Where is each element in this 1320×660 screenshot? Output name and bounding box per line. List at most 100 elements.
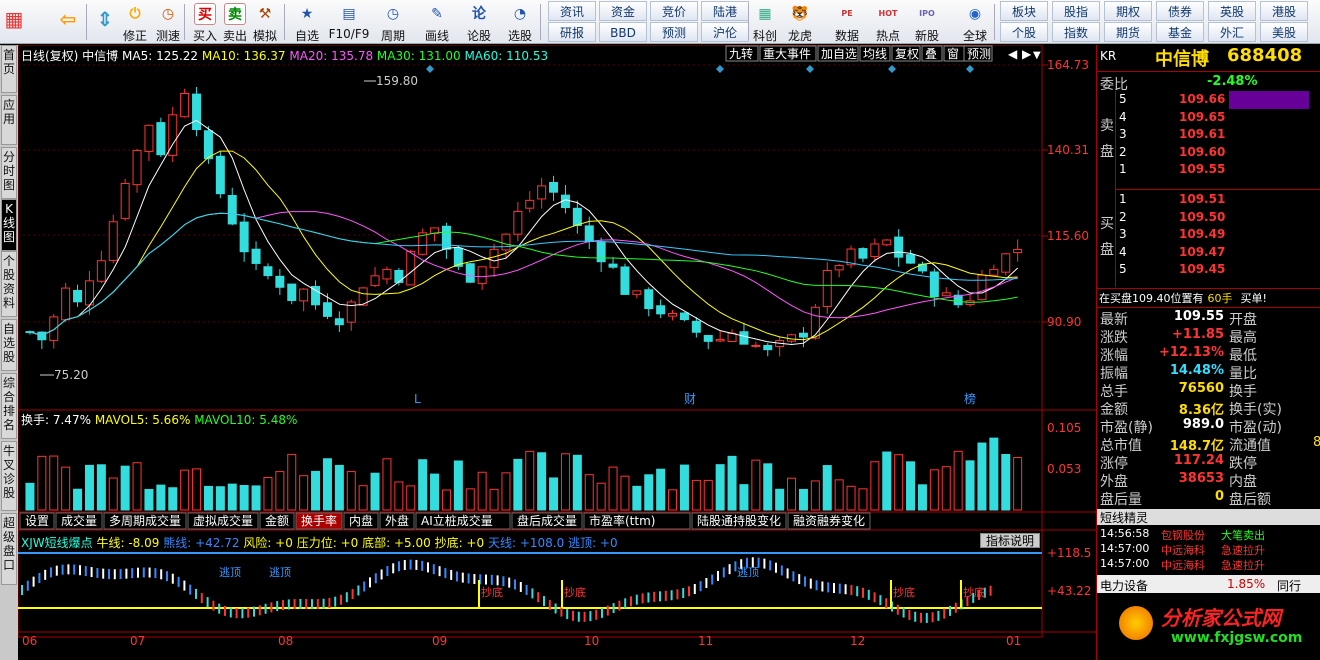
market-link-0-1[interactable]: 个股	[1000, 22, 1048, 42]
longhu-button[interactable]: 🐯 龙虎	[780, 0, 820, 44]
side-tab-2[interactable]: 分时图	[1, 147, 17, 199]
candle-body	[287, 283, 297, 301]
stat-label: 盘后量	[1100, 492, 1142, 508]
nav-arrows-button[interactable]: ⇕	[92, 0, 118, 44]
volume-bar	[560, 453, 570, 511]
sell-button[interactable]: 卖卖出	[220, 0, 250, 44]
candle-body	[715, 339, 725, 342]
candle-body	[1013, 248, 1023, 254]
ma5-line	[29, 119, 1019, 346]
market-link-3-1[interactable]: 基金	[1156, 22, 1204, 42]
market-link-4-1[interactable]: 外汇	[1208, 22, 1256, 42]
side-tab-1[interactable]: 应用	[1, 95, 17, 145]
notice-action: 买单!	[1240, 292, 1267, 305]
side-tab-3[interactable]: K线图	[1, 199, 17, 251]
candle-body	[322, 302, 332, 317]
volume-bar	[977, 442, 987, 511]
market-link-2-0[interactable]: 期权	[1104, 1, 1152, 21]
top-button-3: 均线	[863, 47, 887, 61]
market-link-1-0[interactable]: 股指	[1052, 1, 1100, 21]
simulate-icon: ⚒	[258, 6, 272, 22]
sell-price[interactable]: 109.55	[1179, 162, 1225, 176]
indicator-tab-3: 虚拟成交量	[193, 513, 253, 528]
volume-bar	[656, 468, 666, 511]
hot-button[interactable]: HOT 热点	[868, 0, 908, 44]
kline-chart-area[interactable]: 164.73 140.31 115.60 90.90 九转 重大事件 加自选 均线 复权叠窗预测…	[18, 45, 1096, 660]
ma60-line	[29, 212, 1018, 337]
volume-bar	[572, 454, 582, 511]
kechuang-button[interactable]: ▦ 科创	[750, 0, 780, 44]
candle-body	[489, 248, 499, 269]
market-link-1-1[interactable]: 指数	[1052, 22, 1100, 42]
data-button[interactable]: PE 数据	[828, 0, 866, 44]
brand-logo-icon	[1119, 606, 1153, 640]
sprite-stock[interactable]: 中远海科	[1161, 542, 1205, 558]
buy-price[interactable]: 109.45	[1179, 262, 1225, 276]
fix-button[interactable]: ⏻ 修正	[118, 0, 152, 44]
side-tab-0[interactable]: 首页	[1, 45, 17, 93]
ipo-button[interactable]: IPO 新股	[908, 0, 946, 44]
sector-tag[interactable]: 同行	[1277, 577, 1301, 594]
sell-price[interactable]: 109.66	[1179, 92, 1225, 106]
buy-level: 2	[1119, 209, 1127, 224]
sell-price[interactable]: 109.61	[1179, 127, 1225, 141]
quick-link-1-1[interactable]: BBD	[599, 22, 647, 42]
sell-price[interactable]: 109.65	[1179, 110, 1225, 124]
stat-label-right: 最高	[1229, 330, 1257, 346]
candle-body	[703, 335, 713, 342]
buy-price[interactable]: 109.50	[1179, 210, 1225, 224]
back-button[interactable]: ⇦	[50, 0, 86, 44]
draw-button[interactable]: ✎ 画线	[420, 0, 454, 44]
chart-canvas[interactable]: 164.73 140.31 115.60 90.90 九转 重大事件 加自选 均线 复权叠窗预测…	[18, 45, 1096, 660]
simulate-button[interactable]: ⚒ 模拟	[250, 0, 280, 44]
kechuang-label: 科创	[752, 29, 777, 43]
select-stock-button[interactable]: ◔ 选股	[498, 0, 542, 44]
buy-price[interactable]: 109.47	[1179, 245, 1225, 259]
sprite-stock[interactable]: 中远海科	[1161, 557, 1205, 573]
windows-button[interactable]: ▦	[0, 0, 28, 44]
market-link-5-0[interactable]: 港股	[1260, 1, 1308, 21]
test-button[interactable]: ◷ 测速	[152, 0, 184, 44]
sell-price[interactable]: 109.60	[1179, 145, 1225, 159]
toolbar-separator	[184, 4, 185, 40]
market-link-4-0[interactable]: 英股	[1208, 1, 1256, 21]
market-link-3-0[interactable]: 债券	[1156, 1, 1204, 21]
candle-body	[632, 290, 642, 295]
side-tab-6[interactable]: 综合排名	[1, 373, 17, 439]
global-button[interactable]: ◉ 全球	[955, 0, 995, 44]
buy-price[interactable]: 109.51	[1179, 192, 1225, 206]
market-link-0-0[interactable]: 板块	[1000, 1, 1048, 21]
indicator-tab-4: 金额	[265, 513, 289, 528]
taoding-label: 逃顶: +0	[568, 536, 618, 550]
quick-link-2-1[interactable]: 预测	[650, 22, 698, 42]
indicator-help-button[interactable]: 指标说明	[980, 533, 1040, 548]
volume-bar	[132, 462, 142, 511]
f10-button[interactable]: ▤ F10/F9	[325, 0, 373, 44]
quick-link-3-1[interactable]: 沪伦	[701, 22, 749, 42]
period-button[interactable]: ◷ 周期	[375, 0, 411, 44]
indicator-tab-7: 外盘	[385, 513, 409, 528]
candle-body	[656, 305, 666, 315]
quick-link-1-0[interactable]: 资金	[599, 1, 647, 21]
buy-button[interactable]: 买买入	[190, 0, 220, 44]
candle-body	[739, 331, 749, 345]
fix-label: 修正	[122, 29, 147, 43]
quick-link-0-0[interactable]: 资讯	[548, 1, 596, 21]
stock-code-prefix: KR	[1100, 49, 1117, 63]
favorite-button[interactable]: ★ 自选	[290, 0, 324, 44]
side-tab-5[interactable]: 自选股	[1, 319, 17, 371]
side-tab-4[interactable]: 个股资料	[1, 251, 17, 317]
quick-link-2-0[interactable]: 竞价	[650, 1, 698, 21]
market-link-2-1[interactable]: 期货	[1104, 22, 1152, 42]
indicator-tab-11: 陆股通持股变化	[697, 513, 781, 528]
sprite-stock[interactable]: 包钢股份	[1161, 527, 1205, 543]
quick-link-0-1[interactable]: 研报	[548, 22, 596, 42]
sell-level: 4	[1119, 109, 1127, 124]
market-link-5-1[interactable]: 美股	[1260, 22, 1308, 42]
price-tick-label: 90.90	[1047, 315, 1081, 329]
quick-link-3-0[interactable]: 陆港	[701, 1, 749, 21]
stock-comment-button[interactable]: 论论股	[462, 0, 496, 44]
buy-price[interactable]: 109.49	[1179, 227, 1225, 241]
side-tab-7[interactable]: 牛叉诊股	[1, 441, 17, 511]
side-tab-8[interactable]: 超级盘口	[1, 513, 17, 585]
